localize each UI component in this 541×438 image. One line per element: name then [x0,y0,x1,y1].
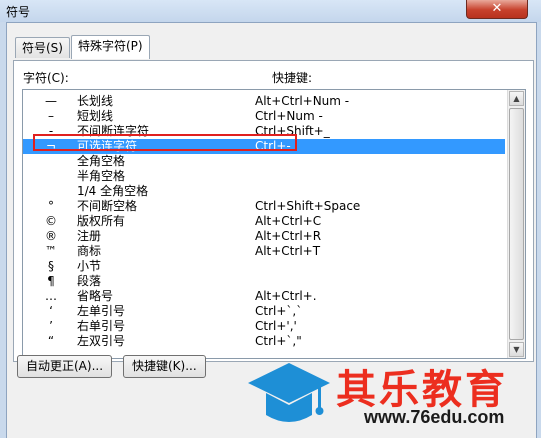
close-button[interactable]: ✕ [466,0,528,19]
list-row[interactable]: ° 不间断空格 Ctrl+Shift+Space [23,199,505,214]
watermark-logo: 其乐教育 www.76edu.com [246,355,541,437]
row-name: 小节 [77,259,102,273]
row-symbol: – [48,109,54,123]
list-row[interactable]: ‘ 左单引号 Ctrl+`,` [23,304,505,319]
row-shortcut: Alt+Ctrl+C [255,214,322,228]
row-name: 不间断连字符 [77,124,150,138]
row-shortcut: Ctrl+Shift+_ [255,124,330,138]
list-row[interactable]: § 小节 [23,259,505,274]
row-symbol: “ [47,334,55,348]
list-row[interactable]: 全角空格 [23,154,505,169]
special-character-list[interactable]: — 长划线 Alt+Ctrl+Num - – 短划线 Ctrl+Num - - 不间断连字符 C… [22,89,526,359]
list-row[interactable]: … 省略号 Alt+Ctrl+. [23,289,505,304]
shortcut-key-button[interactable]: 快捷键(K)... [123,355,206,378]
list-row[interactable]: 1/4 全角空格 [23,184,505,199]
list-row[interactable]: – 短划线 Ctrl+Num - [23,109,505,124]
row-symbol: § [48,259,54,273]
tab-special-characters[interactable]: 特殊字符(P) [71,35,150,59]
list-row[interactable]: ® 注册 Alt+Ctrl+R [23,229,505,244]
row-symbol: - [48,124,54,138]
column-header-character: 字符(C): [23,71,69,85]
special-characters-panel: 字符(C): 快捷键: — 长划线 Alt+Ctrl+Num - – 短划线 Ctrl+N… [13,60,534,362]
watermark-url: www.76edu.com [364,407,505,427]
list-row[interactable]: ¶ 段落 [23,274,505,289]
row-symbol: ‘ [49,304,53,318]
row-name: 左双引号 [77,334,126,348]
row-name: 段落 [77,274,102,288]
row-shortcut: Alt+Ctrl+T [255,244,321,258]
window-title: 符号 [6,5,31,19]
row-name: 左单引号 [77,304,126,318]
row-name: 右单引号 [77,319,126,333]
row-name: 不间断空格 [77,199,138,213]
row-name: 省略号 [77,289,114,303]
row-symbol: ¶ [47,274,55,288]
row-name: 商标 [77,244,102,258]
list-row[interactable]: ’ 右单引号 Ctrl+',' [23,319,505,334]
row-symbol: ° [48,199,54,213]
scroll-thumb[interactable] [509,108,524,340]
row-shortcut: Ctrl+Num - [255,109,323,123]
list-row[interactable]: “ 左双引号 Ctrl+`," [23,334,505,349]
row-symbol: © [45,214,57,228]
row-shortcut: Ctrl+`,` [255,304,303,318]
list-scrollbar[interactable]: ▲ ▼ [507,90,525,358]
list-row[interactable]: © 版权所有 Alt+Ctrl+C [23,214,505,229]
list-row[interactable]: ™ 商标 Alt+Ctrl+T [23,244,505,259]
row-name: 全角空格 [77,154,126,168]
row-name: 版权所有 [77,214,126,228]
row-shortcut: Alt+Ctrl+R [255,229,322,243]
row-symbol: ® [45,229,57,243]
row-symbol: ¬ [45,139,57,153]
list-row[interactable]: — 长划线 Alt+Ctrl+Num - [23,94,505,109]
title-bar: 符号 ✕ [0,0,541,22]
row-name: 半角空格 [77,169,126,183]
row-shortcut: Ctrl+`," [255,334,302,348]
row-shortcut: Alt+Ctrl+. [255,289,317,303]
row-name: 长划线 [77,94,114,108]
row-symbol: ™ [45,244,57,258]
column-header-shortcut: 快捷键: [272,71,313,85]
row-shortcut: Ctrl+- [255,139,291,153]
list-row-selected[interactable]: ¬ 可选连字符 Ctrl+- [23,139,505,154]
row-shortcut: Ctrl+',' [255,319,297,333]
row-symbol: ’ [49,319,53,333]
list-row[interactable]: 半角空格 [23,169,505,184]
row-shortcut: Alt+Ctrl+Num - [255,94,350,108]
row-name: 可选连字符 [77,139,138,153]
row-name: 注册 [77,229,102,243]
row-shortcut: Ctrl+Shift+Space [255,199,361,213]
row-symbol: — [45,94,57,108]
list-row[interactable]: - 不间断连字符 Ctrl+Shift+_ [23,124,505,139]
row-symbol: … [45,289,57,303]
graduation-cap-icon [248,363,330,422]
row-name: 短划线 [77,109,114,123]
row-name: 1/4 全角空格 [77,184,149,198]
tab-symbols[interactable]: 符号(S) [15,37,70,58]
scroll-up-icon[interactable]: ▲ [509,91,524,106]
autocorrect-button[interactable]: 自动更正(A)... [17,355,113,378]
